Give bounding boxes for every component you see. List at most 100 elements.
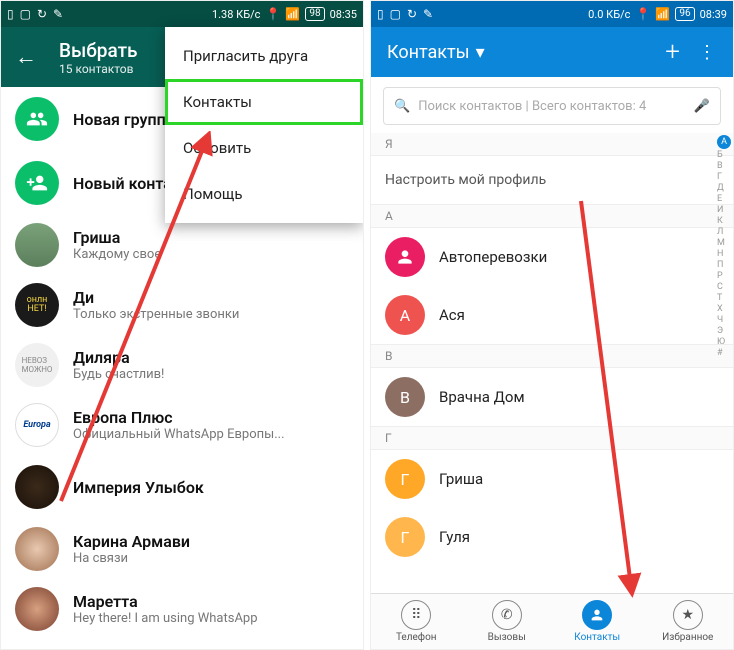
avatar: Europa (15, 403, 59, 447)
contact-row[interactable]: онлнНЕТ! Ди Только экстренные звонки (1, 275, 363, 335)
alpha-index[interactable]: АБВГДЕИКЛМНПРСТХЧЭЮ# (717, 133, 731, 358)
whatsapp-screen: ▯ ▢ ↻ ✎ 1.38 КБ/с 📍 📶 98 08:35 ← Выбрать… (0, 0, 364, 650)
net-rate: 1.38 КБ/с (212, 8, 260, 21)
contact-name: Диляра (73, 348, 164, 367)
contact-row[interactable]: А Ася (371, 286, 733, 344)
setup-profile-row[interactable]: Настроить мой профиль (371, 156, 733, 204)
contact-row[interactable]: Маретта Hey there! I am using WhatsApp (1, 579, 363, 639)
add-contact-icon[interactable]: + (665, 37, 680, 67)
contact-row[interactable]: Europa Европа Плюс Официальный WhatsApp … (1, 395, 363, 455)
avatar: онлнНЕТ! (15, 283, 59, 327)
contact-name: Маретта (73, 592, 258, 611)
contacts-header: Контакты ▾ + ⋮ (371, 27, 733, 77)
wifi-icon: 📶 (655, 7, 670, 21)
chevron-down-icon: ▾ (476, 42, 485, 63)
contact-name: Ася (439, 306, 465, 324)
contact-row[interactable]: Г Гриша (371, 450, 733, 508)
avatar: А (385, 295, 425, 335)
contact-name: Гуля (439, 528, 470, 546)
avatar (15, 223, 59, 267)
bottom-nav: ⠿ Телефон ✆ Вызовы Контакты ★ Избранное (371, 593, 733, 649)
contact-name: Автоперевозки (439, 248, 547, 266)
refresh-icon: ↻ (37, 7, 47, 21)
star-icon: ★ (673, 600, 703, 630)
contact-row[interactable]: Карина Армави На связи (1, 519, 363, 579)
sim-icon: ▯ (377, 7, 384, 21)
contact-row[interactable]: Г Гуля (371, 508, 733, 566)
menu-invite-friend[interactable]: Пригласить друга (165, 33, 363, 79)
profile-row-label: Настроить мой профиль (385, 172, 546, 188)
menu-contacts[interactable]: Контакты (165, 79, 363, 125)
contact-row[interactable]: Гриша Каждому свое (1, 215, 363, 275)
battery-pill: 98 (305, 7, 324, 21)
contact-name: Европа Плюс (73, 408, 285, 427)
dialpad-icon: ⠿ (401, 600, 431, 630)
nav-label: Контакты (574, 632, 620, 643)
header-title-text: Контакты (387, 42, 470, 63)
row-label: Новая группа (73, 110, 174, 129)
header-title-dropdown[interactable]: Контакты ▾ (387, 42, 485, 63)
contact-row[interactable]: Империя Улыбок (1, 455, 363, 519)
contact-status: Официальный WhatsApp Европы... (73, 427, 285, 442)
nav-label: Вызовы (488, 632, 526, 643)
contact-row[interactable]: Автоперевозки (371, 228, 733, 286)
brush-icon: ✎ (423, 7, 433, 21)
avatar: Г (385, 517, 425, 557)
refresh-icon: ↻ (407, 7, 417, 21)
contact-name: Карина Армави (73, 532, 190, 551)
contact-name: Гриша (439, 470, 483, 488)
avatar: Г (385, 459, 425, 499)
header-title: Выбрать (59, 39, 138, 62)
letter-section: Г (371, 426, 733, 450)
avatar: В (385, 377, 425, 417)
mic-icon[interactable]: 🎤 (694, 99, 710, 114)
nav-calls[interactable]: ✆ Вызовы (462, 594, 553, 649)
nav-label: Избранное (662, 632, 713, 643)
contacts-app-screen: ▯ ▢ ↻ ✎ 0.0 КБ/с 📍 📶 96 08:39 Контакты ▾… (370, 0, 734, 650)
avatar: НЕВОЗМОЖНО (15, 343, 59, 387)
avatar (15, 587, 59, 631)
nav-phone[interactable]: ⠿ Телефон (371, 594, 462, 649)
wifi-icon: 📶 (285, 7, 300, 21)
statusbar-right: ▯ ▢ ↻ ✎ 0.0 КБ/с 📍 📶 96 08:39 (371, 1, 733, 27)
personores-icon (582, 600, 612, 630)
sd-icon: ▢ (390, 7, 401, 21)
location-icon: 📍 (265, 7, 280, 21)
nav-contacts[interactable]: Контакты (552, 594, 643, 649)
location-icon: 📍 (635, 7, 650, 21)
nav-label: Телефон (396, 632, 437, 643)
search-placeholder: Поиск контактов | Всего контактов: 4 (418, 99, 686, 114)
battery-pill: 96 (675, 7, 694, 21)
search-icon: 🔍 (394, 99, 410, 114)
back-arrow-icon[interactable]: ← (15, 44, 37, 70)
contact-row[interactable]: В Врачна Дом (371, 368, 733, 426)
group-icon (15, 97, 59, 141)
brush-icon: ✎ (53, 7, 63, 21)
contact-status: Hey there! I am using WhatsApp (73, 611, 258, 626)
menu-refresh[interactable]: Обновить (165, 125, 363, 171)
nav-favorites[interactable]: ★ Избранное (643, 594, 734, 649)
contact-name: Империя Улыбок (73, 478, 204, 497)
clock: 08:35 (330, 8, 357, 21)
contact-name: Врачна Дом (439, 388, 525, 406)
clock: 08:39 (700, 8, 727, 21)
more-menu-icon[interactable]: ⋮ (698, 42, 717, 63)
contact-row[interactable]: НЕВОЗМОЖНО Диляра Будь счастлив! (1, 335, 363, 395)
contact-status: Каждому свое (73, 247, 161, 262)
letter-section: В (371, 344, 733, 368)
overflow-menu: Пригласить друга Контакты Обновить Помощ… (165, 27, 363, 223)
sd-icon: ▢ (20, 7, 31, 21)
contact-status: Только экстренные звонки (73, 307, 239, 322)
contact-name: Ди (73, 288, 239, 307)
search-bar[interactable]: 🔍 Поиск контактов | Всего контактов: 4 🎤 (383, 87, 721, 125)
header-subtitle: 15 контактов (59, 62, 138, 76)
avatar (15, 527, 59, 571)
letter-section: А (371, 204, 733, 228)
contacts-body: Я Настроить мой профиль А Автоперевозки … (371, 133, 733, 593)
person-plus-icon (15, 161, 59, 205)
contact-status: На связи (73, 551, 190, 566)
contact-status: Будь счастлив! (73, 367, 164, 382)
menu-help[interactable]: Помощь (165, 171, 363, 217)
net-rate: 0.0 КБ/с (588, 8, 630, 21)
sim-icon: ▯ (7, 7, 14, 21)
